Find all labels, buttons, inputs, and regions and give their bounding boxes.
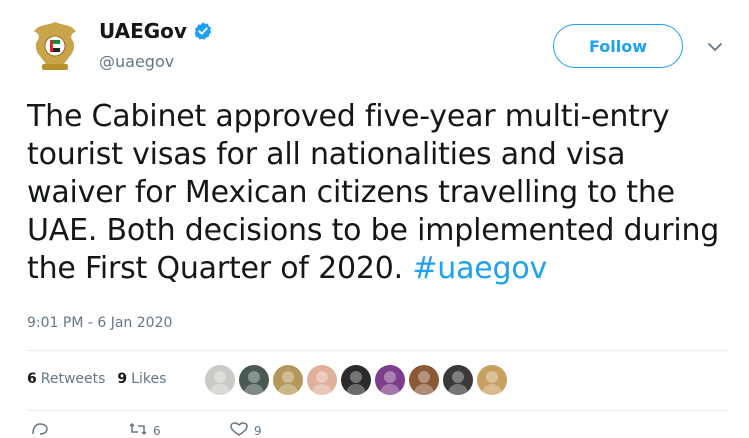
divider (27, 410, 727, 411)
likes-count: 9 (117, 371, 128, 387)
liker-avatar-7[interactable] (409, 365, 439, 395)
account-handle[interactable]: @uaegov (99, 52, 174, 71)
like-count: 9 (254, 424, 262, 438)
divider (27, 350, 727, 351)
liker-avatar-6[interactable] (375, 365, 405, 395)
liker-avatar-9[interactable] (477, 365, 507, 395)
account-name[interactable]: UAEGov (99, 19, 213, 43)
hashtag-link[interactable]: #uaegov (412, 251, 547, 286)
retweets-label: Retweets (40, 371, 106, 387)
tweet-body: The Cabinet approved five-year multi-ent… (27, 99, 720, 286)
liker-avatar-1[interactable] (205, 365, 235, 395)
tweet-timestamp[interactable]: 9:01 PM - 6 Jan 2020 (27, 315, 172, 331)
retweets-count: 6 (27, 371, 37, 387)
tweet-text: The Cabinet approved five-year multi-ent… (27, 98, 727, 288)
retweets-stat[interactable]: 6 Retweets (27, 371, 105, 387)
display-name[interactable]: UAEGov (99, 19, 187, 43)
avatar[interactable] (28, 18, 82, 78)
likes-label: Likes (131, 371, 167, 387)
likers-list (205, 365, 511, 395)
chevron-down-icon[interactable] (707, 41, 723, 53)
liker-avatar-3[interactable] (273, 365, 303, 395)
tweet-stats: 6 Retweets 9 Likes (27, 371, 178, 387)
liker-avatar-4[interactable] (307, 365, 337, 395)
follow-button[interactable]: Follow (553, 24, 683, 68)
likes-stat[interactable]: 9 Likes (117, 371, 166, 387)
verified-badge-icon (194, 22, 212, 40)
retweet-count: 6 (153, 424, 161, 438)
liker-avatar-8[interactable] (443, 365, 473, 395)
liker-avatar-2[interactable] (239, 365, 269, 395)
uae-emblem-icon (34, 22, 76, 70)
liker-avatar-5[interactable] (341, 365, 371, 395)
